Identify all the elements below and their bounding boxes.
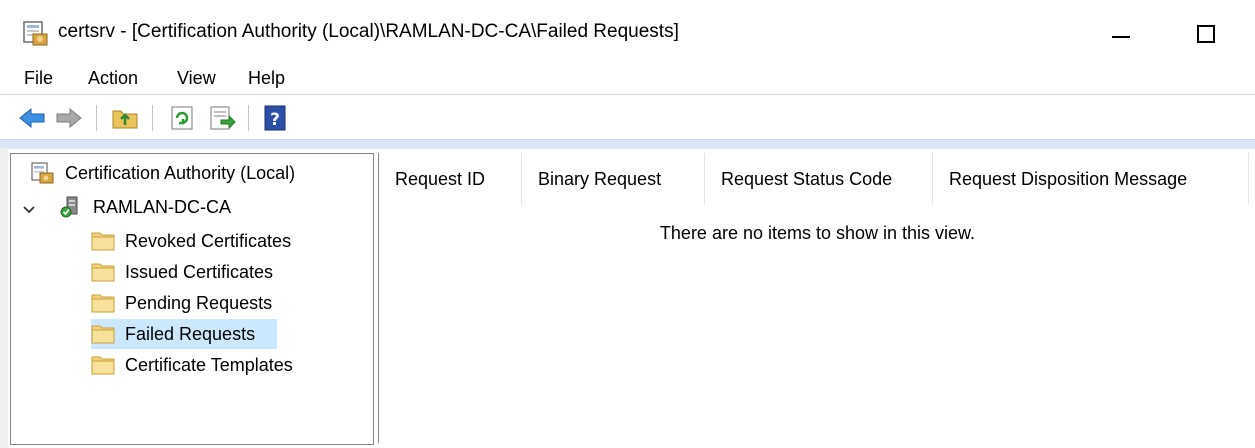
chevron-down-icon[interactable]: [19, 200, 39, 220]
tree-item-certificate-templates[interactable]: Certificate Templates: [91, 350, 351, 380]
tree-item-label: Pending Requests: [125, 293, 273, 313]
column-header-request-status-code[interactable]: Request Status Code: [705, 153, 933, 205]
back-arrow-icon[interactable]: [17, 103, 47, 133]
help-icon[interactable]: ?: [260, 103, 290, 133]
ca-server-icon: [59, 196, 83, 218]
tree-item-ramlan-dc-ca[interactable]: RAMLAN-DC-CA: [59, 192, 359, 222]
menu-view[interactable]: View: [175, 66, 218, 90]
tree-item-label: Issued Certificates: [125, 262, 274, 282]
tree-item-label: Revoked Certificates: [125, 231, 292, 251]
tree-item-label: Certification Authority (Local): [65, 163, 296, 183]
tree-item-label: Certificate Templates: [125, 355, 293, 375]
console-tree[interactable]: Certification Authority (Local) RAMLAN-D…: [10, 153, 374, 445]
results-list-view[interactable]: Request ID Binary Request Request Status…: [378, 153, 1255, 443]
window-title: certsrv - [Certification Authority (Loca…: [58, 21, 679, 42]
certsrv-app-icon: [31, 162, 55, 184]
toolbar-divider: [0, 139, 1255, 149]
tree-item-pending-requests[interactable]: Pending Requests: [91, 288, 351, 318]
title-bar[interactable]: certsrv - [Certification Authority (Loca…: [0, 0, 1255, 62]
folder-icon: [91, 354, 115, 376]
window-edge: [0, 148, 8, 448]
tree-item-failed-requests[interactable]: Failed Requests: [91, 319, 277, 349]
tree-item-label: Failed Requests: [125, 324, 256, 344]
menu-help[interactable]: Help: [246, 66, 287, 90]
up-folder-icon[interactable]: [110, 103, 140, 133]
forward-arrow-icon[interactable]: [54, 103, 84, 133]
certsrv-app-icon[interactable]: [22, 19, 50, 47]
menu-bar: File Action View Help: [0, 62, 1255, 95]
tree-item-revoked-certificates[interactable]: Revoked Certificates: [91, 226, 351, 256]
column-header-binary-request[interactable]: Binary Request: [522, 153, 705, 205]
column-header-request-disposition-message[interactable]: Request Disposition Message: [933, 153, 1249, 205]
minimize-button[interactable]: [1093, 10, 1153, 56]
toolbar: ?: [0, 95, 1255, 139]
folder-icon: [91, 323, 115, 345]
folder-icon: [91, 292, 115, 314]
toolbar-separator: [248, 105, 249, 131]
column-header-request-id[interactable]: Request ID: [379, 153, 522, 205]
empty-list-message: There are no items to show in this view.: [659, 223, 976, 243]
refresh-icon[interactable]: [167, 103, 197, 133]
menu-file[interactable]: File: [22, 66, 55, 90]
folder-icon: [91, 261, 115, 283]
tree-item-certification-authority[interactable]: Certification Authority (Local): [31, 158, 361, 188]
toolbar-separator: [96, 105, 97, 131]
folder-icon: [91, 230, 115, 252]
toolbar-separator: [152, 105, 153, 131]
export-list-icon[interactable]: [207, 103, 237, 133]
svg-text:?: ?: [270, 110, 280, 130]
tree-item-label: RAMLAN-DC-CA: [93, 197, 232, 217]
menu-action[interactable]: Action: [86, 66, 140, 90]
tree-item-issued-certificates[interactable]: Issued Certificates: [91, 257, 351, 287]
maximize-button[interactable]: [1175, 10, 1235, 56]
